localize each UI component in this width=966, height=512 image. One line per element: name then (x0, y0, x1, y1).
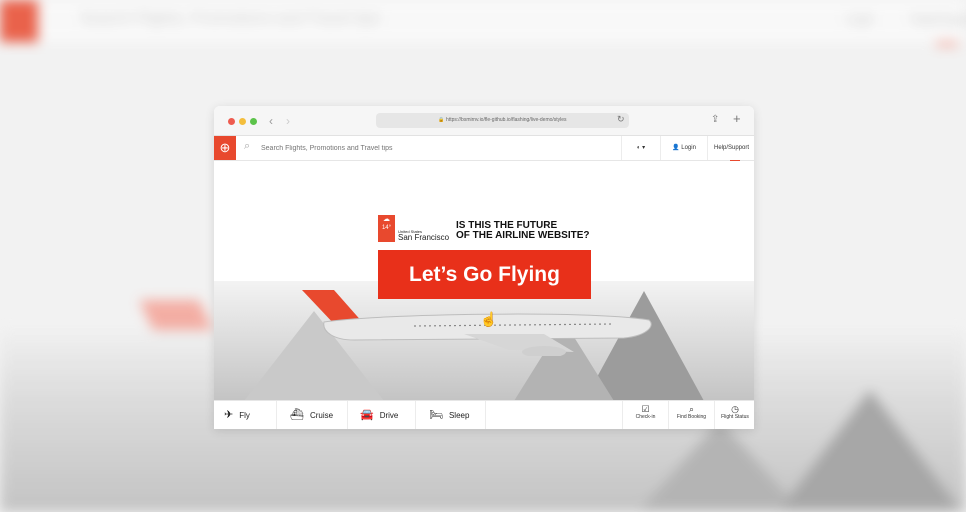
maximize-window-button[interactable] (250, 118, 257, 125)
nav-drive[interactable]: 🚘 Drive (349, 401, 416, 429)
globe-logo-icon[interactable]: ⊕ (214, 136, 236, 160)
url-text: https://bsmirnv.io/fle-github.io/flashin… (446, 117, 567, 123)
help-support-link[interactable]: Help/Support (707, 136, 754, 160)
reload-icon[interactable]: ↻ (617, 114, 625, 125)
moon-icon: ◐ (636, 145, 641, 151)
search-icon: ⌕ (688, 404, 695, 414)
minimize-window-button[interactable] (239, 118, 246, 125)
address-bar[interactable]: 🔒 https://bsmirnv.io/fle-github.io/flash… (376, 113, 629, 128)
tagline-line2: OF THE AIRLINE WEBSITE? (456, 230, 590, 241)
nav-cruise-label: Cruise (309, 411, 334, 420)
weather-badge: ☁ 14° (378, 215, 395, 242)
login-label: Login (681, 145, 696, 151)
hero-section: ☁ 14° United States San Francisco IS THI… (214, 161, 754, 400)
bg-peak (640, 420, 800, 510)
theme-toggle-button[interactable]: ◐ ▾ (621, 136, 660, 160)
nav-drive-label: Drive (379, 411, 399, 420)
bg-search-placeholder: Search Flights, Promotions and Travel ti… (80, 10, 381, 27)
search-icon: ⌕ (244, 140, 251, 152)
help-label: Help/Support (713, 145, 750, 151)
lock-icon: 🔒 (438, 117, 445, 123)
cloud-icon: ☁ (383, 216, 390, 223)
site-header: ⊕ ⌕ ◐ ▾ 👤 Login Help/Support (214, 136, 754, 161)
bottom-nav: ✈ Fly ⛴ Cruise 🚘 Drive 🛏 Sleep ☑ Check-in ⌕ Fi… (214, 400, 754, 429)
nav-fly[interactable]: ✈ Fly (214, 401, 277, 429)
user-icon: 👤 (672, 145, 680, 151)
clock-icon: ◷ (731, 404, 739, 414)
browser-window: ‹ › 🔒 https://bsmirnv.io/fle-github.io/f… (214, 106, 754, 429)
close-window-button[interactable] (228, 118, 235, 125)
hand-cursor-icon: ☝ (480, 311, 498, 327)
bed-icon: 🛏 (429, 409, 443, 421)
ship-icon: ⛴ (290, 409, 304, 421)
new-tab-icon[interactable]: + (733, 111, 741, 126)
weather-temp: 14° (381, 225, 392, 231)
share-icon[interactable]: ⇪ (711, 114, 719, 125)
nav-sleep[interactable]: 🛏 Sleep (417, 401, 486, 429)
find-booking-button[interactable]: ⌕ Find Booking (668, 401, 714, 429)
bg-login-label: Login (845, 12, 875, 26)
bg-help-label: Help/Support (910, 12, 966, 26)
nav-cruise[interactable]: ⛴ Cruise (278, 401, 348, 429)
lets-go-flying-button[interactable]: Let’s Go Flying (378, 250, 591, 299)
plane-icon: ✈ (224, 409, 234, 421)
nav-sleep-label: Sleep (448, 411, 470, 420)
flight-status-label: Flight Status (721, 414, 749, 420)
flight-status-button[interactable]: ◷ Flight Status (714, 401, 754, 429)
find-booking-label: Find Booking (676, 414, 707, 420)
chevron-left-icon[interactable]: ‹ (269, 114, 273, 128)
car-icon: 🚘 (360, 409, 374, 421)
location-city: San Francisco (398, 233, 450, 242)
chevron-down-icon: ▾ (642, 145, 646, 151)
checkbox-icon: ☑ (641, 404, 650, 414)
tagline: IS THIS THE FUTURE OF THE AIRLINE WEBSIT… (456, 221, 590, 241)
check-in-button[interactable]: ☑ Check-in (622, 401, 668, 429)
chevron-right-icon[interactable]: › (286, 114, 290, 128)
browser-chrome: ‹ › 🔒 https://bsmirnv.io/fle-github.io/f… (214, 106, 754, 136)
bg-accent-bar (936, 42, 958, 46)
login-button[interactable]: 👤 Login (660, 136, 707, 160)
location: United States San Francisco (398, 229, 449, 242)
search-input[interactable] (259, 140, 563, 157)
bg-peak (780, 390, 960, 510)
check-in-label: Check-in (635, 414, 656, 420)
nav-fly-label: Fly (239, 411, 250, 420)
bg-logo (0, 0, 38, 42)
